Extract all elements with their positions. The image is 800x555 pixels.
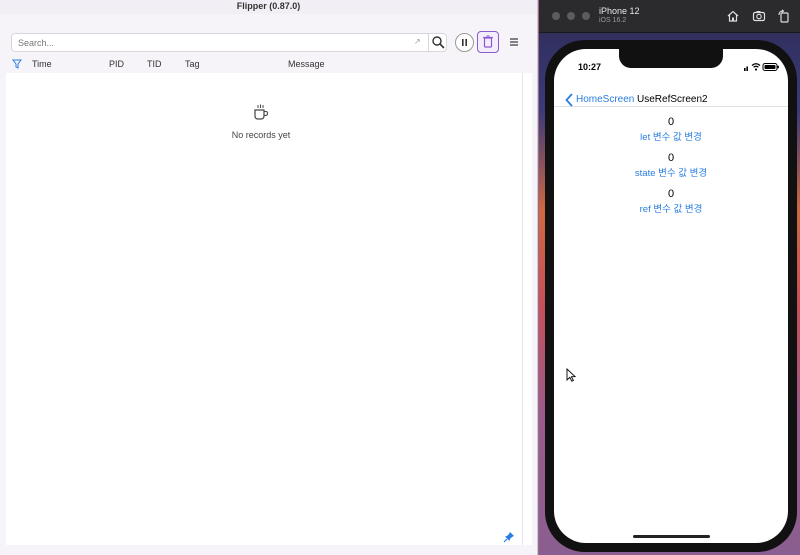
- filter-icon[interactable]: [12, 59, 22, 69]
- search-input[interactable]: [12, 34, 412, 51]
- search-box: ↗: [11, 33, 447, 52]
- scrollbar[interactable]: [522, 73, 523, 545]
- status-time: 10:27: [578, 62, 602, 72]
- column-tag[interactable]: Tag: [185, 59, 200, 69]
- home-icon[interactable]: [726, 9, 740, 23]
- pin-button[interactable]: [503, 530, 515, 543]
- maximize-window-button[interactable]: [582, 12, 590, 20]
- chevron-left-icon: [565, 93, 573, 107]
- device-name: iPhone 12: [599, 6, 640, 16]
- mouse-cursor-icon: [566, 368, 576, 382]
- column-tid[interactable]: TID: [147, 59, 162, 69]
- close-window-button[interactable]: [552, 12, 560, 20]
- menu-button[interactable]: [507, 35, 521, 49]
- state-counter-value: 0: [667, 152, 675, 164]
- flipper-window: Flipper (0.87.0) ↗: [0, 0, 538, 555]
- search-icon: [432, 36, 445, 49]
- minimize-window-button[interactable]: [567, 12, 575, 20]
- status-icons: [744, 63, 779, 71]
- notch: [619, 49, 723, 68]
- pause-button[interactable]: [455, 33, 474, 52]
- device-os-version: iOS 16.2: [599, 17, 627, 24]
- iphone-frame: 10:27 HomeScreen UseRefScreen2 0 let 변수 …: [545, 40, 797, 552]
- signal-icon: [744, 66, 748, 71]
- log-table-header: Time PID TID Tag Message: [6, 58, 532, 71]
- column-pid[interactable]: PID: [109, 59, 124, 69]
- log-list[interactable]: No records yet: [6, 73, 532, 545]
- ref-change-button[interactable]: ref 변수 값 변경: [554, 202, 788, 223]
- wifi-icon: [751, 63, 761, 71]
- home-indicator[interactable]: [633, 535, 710, 538]
- search-button[interactable]: [431, 35, 446, 50]
- expand-icon[interactable]: ↗: [414, 37, 421, 46]
- search-divider: [428, 34, 429, 51]
- screenshot-icon[interactable]: [752, 9, 766, 23]
- phone-screen: 10:27 HomeScreen UseRefScreen2 0 let 변수 …: [554, 49, 788, 543]
- pin-icon: [503, 532, 514, 543]
- pause-icon: [462, 39, 467, 46]
- screen-title: UseRefScreen2: [637, 94, 708, 105]
- screen-content: 0 let 변수 값 변경 0 state 변수 값 변경 0 ref 변수 값…: [554, 115, 788, 223]
- window-title: Flipper (0.87.0): [0, 0, 537, 14]
- rotate-icon[interactable]: [777, 9, 791, 23]
- navigation-bar: HomeScreen UseRefScreen2: [554, 85, 788, 107]
- trash-icon: [483, 35, 493, 48]
- delete-button[interactable]: [477, 31, 499, 53]
- column-time[interactable]: Time: [32, 59, 52, 69]
- simulator-toolbar: iPhone 12 iOS 16.2: [539, 0, 800, 33]
- back-label: HomeScreen: [576, 94, 635, 105]
- column-message[interactable]: Message: [288, 59, 325, 69]
- empty-state: No records yet: [6, 103, 516, 140]
- empty-message: No records yet: [231, 130, 291, 140]
- toolbar: ↗: [11, 31, 526, 53]
- let-change-button[interactable]: let 변수 값 변경: [554, 130, 788, 151]
- coffee-cup-icon: [254, 104, 269, 120]
- ref-counter-value: 0: [667, 188, 675, 200]
- menu-icon: [510, 38, 518, 46]
- battery-icon: [762, 63, 779, 71]
- let-counter-value: 0: [667, 116, 675, 128]
- state-change-button[interactable]: state 변수 값 변경: [554, 166, 788, 187]
